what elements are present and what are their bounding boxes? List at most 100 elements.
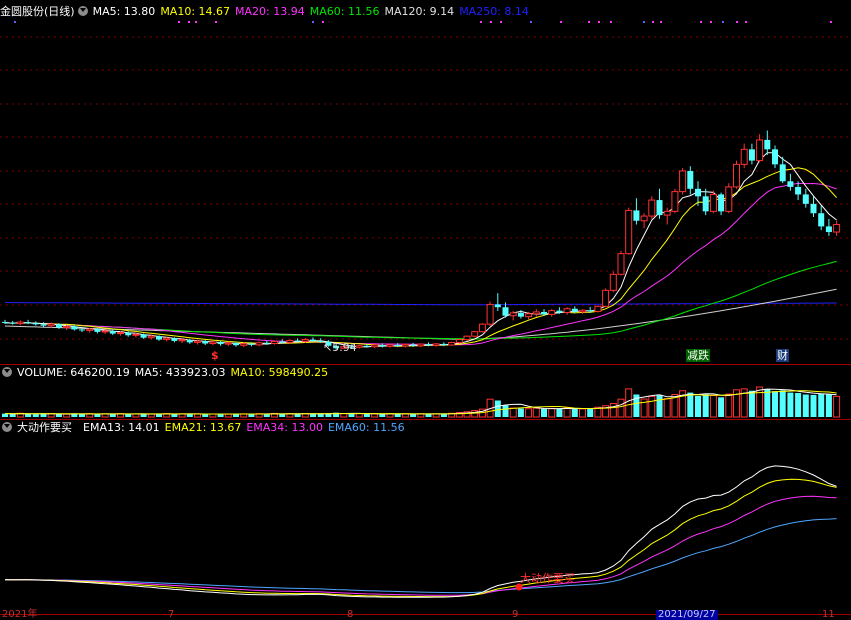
- volume-bar: [818, 393, 825, 417]
- candle-body: [772, 149, 778, 165]
- candle-body: [795, 186, 802, 195]
- volume-bar: [186, 414, 193, 417]
- signal-dot: [500, 21, 502, 23]
- volume-bar: [63, 413, 71, 418]
- candle-body: [687, 170, 694, 189]
- candle-body: [571, 308, 578, 312]
- volume-value-1: MA5: 433923.03: [134, 366, 226, 379]
- candle-body: [494, 304, 501, 308]
- candle-body: [818, 213, 825, 227]
- candle-body: [764, 139, 771, 150]
- candle-body: [32, 323, 39, 325]
- signal-dot: [652, 21, 654, 23]
- candle-body: [301, 339, 309, 342]
- volume-bar: [695, 396, 701, 417]
- candle-body: [425, 344, 432, 346]
- ema13-line: [4, 465, 837, 598]
- candle-body: [587, 310, 594, 312]
- candle-body: [709, 193, 717, 212]
- candle-body: [718, 194, 725, 212]
- candle-body: [125, 332, 132, 336]
- volume-bar: [355, 413, 363, 418]
- candle-body: [602, 289, 610, 307]
- volume-bar: [764, 388, 771, 417]
- candle-body: [541, 311, 547, 315]
- candle-body: [740, 148, 748, 165]
- axis-date-3: 9: [512, 609, 519, 620]
- volume-bar: [748, 390, 755, 417]
- signal-dot: [480, 21, 482, 23]
- volume-bar: [125, 414, 132, 417]
- indicator-name[interactable]: 大动作要买: [17, 421, 72, 434]
- chart-dropdown-icon[interactable]: [77, 6, 88, 16]
- stock-title[interactable]: 金圆股份(日线): [0, 5, 75, 18]
- candle-body: [517, 312, 524, 317]
- volume-bar: [202, 414, 209, 417]
- volume-bar: [532, 407, 540, 418]
- volume-bar: [548, 407, 556, 418]
- candle-body: [9, 322, 16, 324]
- candle-body: [248, 343, 255, 345]
- volume-bar: [147, 413, 155, 418]
- marker-s: $: [211, 349, 219, 362]
- axis-date-5: 11: [822, 609, 835, 620]
- volume-bar: [617, 398, 625, 418]
- volume-bar: [394, 414, 401, 417]
- volume-bar: [833, 395, 841, 418]
- signal-dot: [598, 21, 600, 23]
- candle-body: [663, 210, 671, 216]
- candle-body: [2, 321, 8, 323]
- volume-bar: [525, 408, 533, 418]
- volume-bar: [171, 414, 178, 417]
- indicator-dropdown-icon[interactable]: [2, 422, 12, 432]
- candle-body: [671, 191, 679, 212]
- candle-body: [579, 309, 586, 313]
- volume-bar: [779, 390, 786, 417]
- volume-values: VOLUME: 646200.19 MA5: 433923.03 MA10: 598…: [17, 366, 333, 379]
- volume-bar: [787, 392, 794, 417]
- candle-body: [178, 339, 186, 342]
- volume-dropdown-icon[interactable]: [2, 367, 12, 377]
- kline-chart-canvas[interactable]: [0, 0, 851, 620]
- candle-body: [363, 345, 370, 347]
- indicator-legend: 大动作要买 EMA13: 14.01 EMA21: 13.67 EMA34: 13.0…: [0, 420, 415, 436]
- axis-date-1: 7: [168, 609, 175, 620]
- candle-body: [47, 323, 55, 327]
- ma120-line: [4, 288, 837, 340]
- volume-legend: VOLUME: 646200.19 MA5: 433923.03 MA10: 598…: [0, 365, 338, 381]
- volume-bar: [132, 413, 140, 418]
- volume-bar: [663, 398, 671, 418]
- ema21-line: [5, 478, 837, 598]
- candle-body: [440, 343, 447, 346]
- candle-body: [532, 311, 540, 315]
- candle-body: [486, 303, 494, 325]
- signal-dot: [490, 21, 492, 23]
- candle-body: [271, 340, 278, 345]
- candle-body: [117, 332, 124, 335]
- candle-body: [410, 344, 417, 346]
- candle-body: [217, 342, 224, 345]
- volume-bar: [224, 413, 232, 418]
- volume-bar: [795, 393, 802, 417]
- candle-body: [756, 139, 764, 162]
- volume-value-0: VOLUME: 646200.19: [17, 366, 130, 379]
- volume-bar: [725, 393, 733, 418]
- ema-value-1: EMA21: 13.67: [164, 421, 242, 434]
- volume-bar: [379, 414, 386, 417]
- ma-value-5: MA250: 8.14: [459, 5, 529, 18]
- candle-body: [417, 343, 425, 347]
- candle-body: [471, 331, 479, 337]
- volume-bar: [109, 414, 116, 417]
- candle-body: [140, 334, 147, 338]
- candle-body: [556, 310, 563, 313]
- candle-body: [548, 310, 556, 315]
- candle-body: [94, 329, 101, 332]
- volume-bar: [248, 414, 255, 417]
- signal-dot: [710, 21, 712, 23]
- signal-dot: [14, 21, 16, 23]
- volume-bar: [756, 386, 764, 418]
- ma-value-4: MA120: 9.14: [384, 5, 455, 18]
- volume-bar: [709, 394, 717, 418]
- volume-bar: [94, 414, 101, 417]
- signal-dot: [560, 21, 562, 23]
